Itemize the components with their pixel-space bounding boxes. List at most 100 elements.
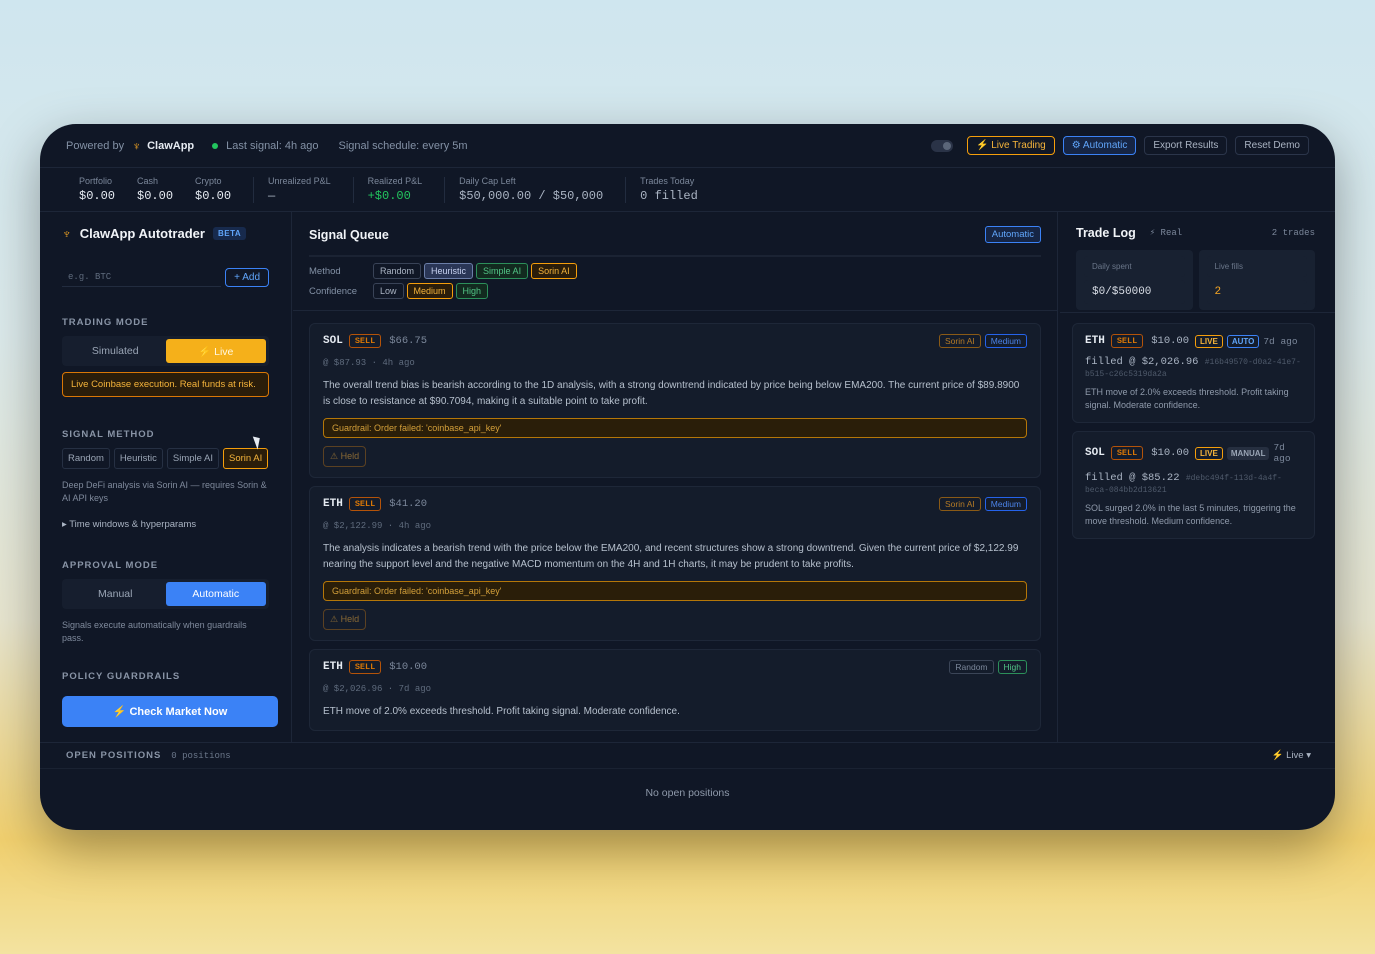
clawapp-logo-icon: ♆ <box>132 138 142 153</box>
live-fills-value: 2 <box>1206 280 1307 304</box>
filter-simple-ai[interactable]: Simple AI <box>476 263 529 279</box>
stat-value: $0.00 <box>195 189 232 203</box>
real-badge: ⚡ Real <box>1149 228 1183 238</box>
signal-method-note: Deep DeFi analysis via Sorin AI — requir… <box>62 480 267 503</box>
source-tag: Sorin AI <box>938 497 981 511</box>
live-option[interactable]: ⚡ Live <box>165 339 266 363</box>
stat-label: Cash <box>137 176 159 186</box>
trade-log-title: Trade Log <box>1076 226 1136 240</box>
signal-symbol: ETH <box>323 498 343 510</box>
signal-cards: SOL SELL $66.75 Sorin AI Medium @ $87.93… <box>293 310 1057 742</box>
live-fills-label: Live fills <box>1206 256 1307 277</box>
trade-amount: $10.00 <box>1151 447 1190 459</box>
signal-rationale: The analysis indicates a bearish trend w… <box>323 543 1019 570</box>
stat-value: $0.00 <box>79 189 116 203</box>
filter-heuristic[interactable]: Heuristic <box>424 263 474 279</box>
manual-badge: MANUAL <box>1226 446 1270 460</box>
source-tag: Sorin AI <box>938 334 981 348</box>
method-filter-row: Method Random Heuristic Simple AI Sorin … <box>309 263 1041 279</box>
automatic-button[interactable]: ⚙ Automatic <box>1062 136 1137 155</box>
method-random[interactable]: Random <box>62 448 110 469</box>
live-warning: Live Coinbase execution. Real funds at r… <box>62 372 269 397</box>
stat-label: Portfolio <box>79 176 113 186</box>
hyperparams-toggle[interactable]: ▸ Time windows & hyperparams <box>62 519 269 530</box>
trade-symbol: ETH <box>1085 335 1105 347</box>
filter-low[interactable]: Low <box>373 283 404 299</box>
stat-label: Crypto <box>195 176 222 186</box>
signal-schedule: Signal schedule: every 5m <box>338 139 468 152</box>
confidence-filter-row: Confidence Low Medium High <box>309 283 1041 299</box>
signal-meta: @ $87.93 · 4h ago <box>323 358 415 368</box>
last-signal: Last signal: 4h ago <box>226 139 319 152</box>
add-asset-row: e.g. BTC + Add <box>62 267 269 287</box>
signal-rationale: The overall trend bias is bearish accord… <box>323 380 1020 407</box>
manual-option[interactable]: Manual <box>65 582 166 606</box>
approval-mode-toggle: Manual Automatic <box>62 579 269 609</box>
queue-filters: Method Random Heuristic Simple AI Sorin … <box>309 255 1041 299</box>
top-bar: Powered by ♆ ClawApp Last signal: 4h ago… <box>40 124 1335 168</box>
auto-badge: AUTO <box>1226 334 1260 348</box>
method-sorin-ai[interactable]: Sorin AI <box>223 448 269 469</box>
fill-price: filled @ $85.22 <box>1085 472 1180 484</box>
sidebar: ♆ ClawApp Autotrader BETA e.g. BTC + Add… <box>40 212 292 742</box>
trade-amount: $10.00 <box>1151 335 1190 347</box>
live-filter[interactable]: ⚡ Live ▾ <box>1272 750 1311 761</box>
held-button[interactable]: ⚠ Held <box>323 446 367 467</box>
confidence-tag: Medium <box>984 334 1027 348</box>
simulated-option[interactable]: Simulated <box>65 339 166 363</box>
daily-spent-card: Daily spent $0/$50000 <box>1076 250 1193 310</box>
stat-value: — <box>268 189 276 203</box>
stat-cash: Cash $0.00 <box>137 176 173 203</box>
positions-count: 0 positions <box>171 750 231 761</box>
asset-input[interactable]: e.g. BTC <box>62 267 222 287</box>
method-heuristic[interactable]: Heuristic <box>113 448 163 469</box>
filter-random[interactable]: Random <box>373 263 422 279</box>
trade-symbol: SOL <box>1085 447 1105 459</box>
live-fills-card: Live fills 2 <box>1198 250 1315 310</box>
stat-label: Daily Cap Left <box>459 176 516 186</box>
filter-sorin-ai[interactable]: Sorin AI <box>531 263 577 279</box>
stat-value: $50,000.00 / $50,000 <box>459 189 604 203</box>
live-badge: LIVE <box>1195 446 1223 460</box>
stat-value: +$0.00 <box>367 189 411 203</box>
sell-badge: SELL <box>348 497 382 511</box>
signal-method-heading: SIGNAL METHOD <box>62 429 155 440</box>
automatic-option[interactable]: Automatic <box>165 582 266 606</box>
signal-rationale: ETH move of 2.0% exceeds threshold. Prof… <box>323 706 680 717</box>
stat-unrealized: Unrealized P&L — <box>268 176 331 203</box>
live-trading-button[interactable]: ⚡ Live Trading <box>967 136 1055 155</box>
add-asset-button[interactable]: + Add <box>225 267 269 287</box>
open-positions-header[interactable]: OPEN POSITIONS 0 positions ⚡ Live ▾ <box>40 743 1335 769</box>
app-window: Powered by ♆ ClawApp Last signal: 4h ago… <box>40 124 1335 830</box>
signal-card: SOL SELL $66.75 Sorin AI Medium @ $87.93… <box>309 323 1041 478</box>
check-market-button[interactable]: ⚡ Check Market Now <box>62 696 278 727</box>
signal-symbol: ETH <box>323 661 343 673</box>
stat-daily-cap: Daily Cap Left $50,000.00 / $50,000 <box>459 176 603 203</box>
daily-spent-value: $0/$50000 <box>1084 280 1185 304</box>
trade-note: SOL surged 2.0% in the last 5 minutes, t… <box>1085 503 1296 526</box>
sell-badge: SELL <box>348 334 382 348</box>
trade-time: 7d ago <box>1273 442 1291 464</box>
stat-realized: Realized P&L +$0.00 <box>368 176 423 203</box>
beta-badge: BETA <box>212 227 247 240</box>
trade-log-summary: Daily spent $0/$50000 Live fills 2 <box>1076 250 1315 310</box>
export-results-button[interactable]: Export Results <box>1144 136 1228 155</box>
stat-label: Trades Today <box>640 176 695 186</box>
daily-spent-label: Daily spent <box>1084 256 1185 277</box>
method-simple-ai[interactable]: Simple AI <box>166 448 220 469</box>
filter-high[interactable]: High <box>455 283 489 299</box>
signal-amount: $10.00 <box>389 661 428 673</box>
signal-amount: $66.75 <box>389 335 428 347</box>
theme-toggle[interactable] <box>931 139 954 152</box>
open-positions-panel: OPEN POSITIONS 0 positions ⚡ Live ▾ No o… <box>40 742 1335 830</box>
guardrail-error: Guardrail: Order failed: 'coinbase_api_k… <box>323 418 1027 438</box>
held-button[interactable]: ⚠ Held <box>323 609 367 630</box>
stat-trades-today: Trades Today 0 filled <box>640 176 698 203</box>
status-dot-icon <box>212 142 219 149</box>
signal-method-options: Random Heuristic Simple AI Sorin AI <box>62 448 269 469</box>
reset-demo-button[interactable]: Reset Demo <box>1235 136 1309 155</box>
filter-medium[interactable]: Medium <box>406 283 453 299</box>
trade-item: SOL SELL $10.00 LIVE MANUAL 7d ago fille… <box>1072 431 1315 539</box>
fill-price: filled @ $2,026.96 <box>1085 356 1199 368</box>
empty-positions-message: No open positions <box>645 787 730 799</box>
